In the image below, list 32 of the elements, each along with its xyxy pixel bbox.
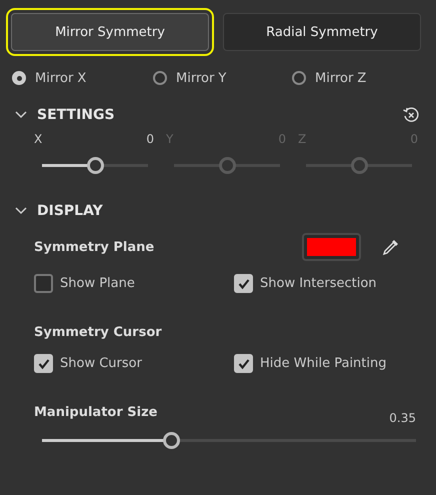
checkbox[interactable] xyxy=(34,354,53,373)
radio-label: Mirror Z xyxy=(315,70,366,86)
mode-button[interactable]: Radial Symmetry xyxy=(223,13,421,51)
section-title: SETTINGS xyxy=(37,107,115,123)
radio-button[interactable] xyxy=(153,71,167,85)
checkbox-label: Hide While Painting xyxy=(260,356,386,371)
checkbox[interactable] xyxy=(234,274,253,293)
check-icon xyxy=(36,356,50,370)
setting-label: Symmetry Plane xyxy=(34,240,154,254)
checkbox-label: Show Plane xyxy=(60,276,135,291)
checkbox-label: Show Intersection xyxy=(260,276,377,291)
mode-button[interactable]: Mirror Symmetry xyxy=(11,13,209,51)
radio-label: Mirror X xyxy=(35,70,86,86)
setting-label: Symmetry Cursor xyxy=(34,325,163,340)
section-title: DISPLAY xyxy=(37,203,103,219)
axis-label: X xyxy=(34,132,42,146)
checkbox-label: Show Cursor xyxy=(60,356,142,371)
axis-value: 0 xyxy=(146,132,154,146)
check-icon xyxy=(236,276,250,290)
radio-button[interactable] xyxy=(292,71,306,85)
radio-button[interactable] xyxy=(12,71,26,85)
reset-icon[interactable] xyxy=(402,106,420,124)
radio-label: Mirror Y xyxy=(176,70,226,86)
color-swatch[interactable] xyxy=(302,233,361,261)
checkbox[interactable] xyxy=(34,274,53,293)
check-icon xyxy=(236,356,250,370)
checkbox[interactable] xyxy=(234,354,253,373)
setting-label: Manipulator Size xyxy=(34,405,158,422)
slider-value: 0.35 xyxy=(389,411,416,425)
chevron-icon[interactable] xyxy=(14,206,28,216)
eyedropper-icon[interactable] xyxy=(381,237,401,257)
chevron-icon[interactable] xyxy=(14,110,28,120)
